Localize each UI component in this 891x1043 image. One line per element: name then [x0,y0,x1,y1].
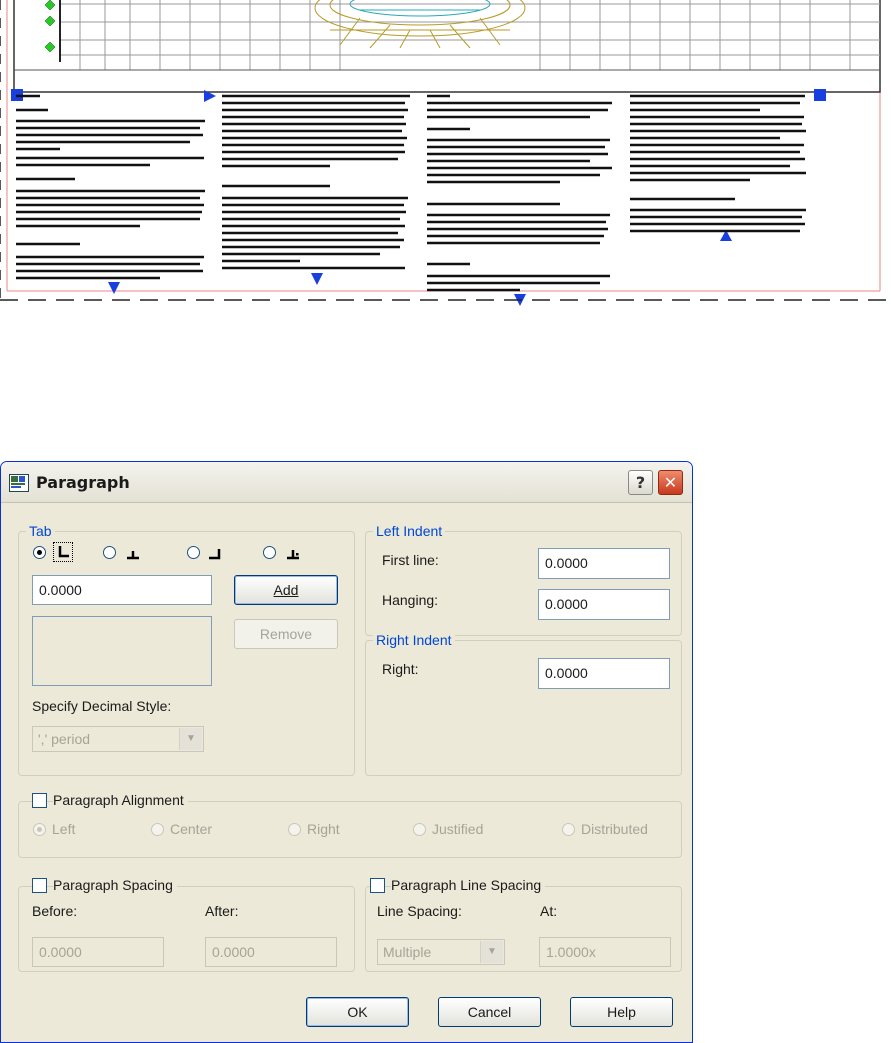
right-indent-input[interactable]: 0.0000 [538,658,670,689]
before-label: Before: [32,903,78,919]
first-line-label: First line: [382,552,439,568]
paragraph-alignment-label: Paragraph Alignment [53,792,188,808]
question-mark-icon[interactable]: ? [628,470,653,495]
general-notes-text [16,94,806,292]
decimal-style-label: Specify Decimal Style: [32,698,172,714]
align-distributed-radio[interactable] [562,823,575,836]
before-input[interactable]: 0.0000 [32,937,164,967]
cad-canvas [0,0,891,306]
paragraph-dialog: Paragraph ? ✕ Tab 0.0000 Add Remove Spec… [0,461,693,1043]
line-spacing-group-label: Paragraph Line Spacing [391,877,546,893]
remove-button[interactable]: Remove [234,619,338,649]
left-tab-icon [53,542,73,562]
line-spacing-select[interactable]: Multiple ▼ [377,939,505,965]
tab-stops-list[interactable] [32,616,212,686]
left-tab-radio[interactable] [33,546,46,559]
tab-group-label: Tab [26,523,55,539]
right-indent-label: Right Indent [373,632,455,648]
chevron-down-icon: ▼ [179,728,202,750]
left-indent-group: Left Indent [365,523,682,636]
right-tab-radio[interactable] [187,546,200,559]
hanging-label: Hanging: [382,592,439,608]
right-label: Right: [382,661,419,677]
cad-drawing-area[interactable] [0,0,891,310]
left-indent-label: Left Indent [373,523,446,539]
align-left-label: Left [52,821,76,837]
paragraph-alignment-checkbox[interactable] [32,793,47,808]
decimal-tab-radio[interactable] [263,546,276,559]
decimal-style-select[interactable]: ',' period ▼ [32,726,204,752]
paragraph-spacing-checkbox[interactable] [32,878,47,893]
decimal-style-value: ',' period [38,731,91,747]
decimal-tab-icon [285,545,303,563]
first-line-input[interactable]: 0.0000 [538,548,670,579]
after-label: After: [205,903,239,919]
add-button[interactable]: Add [234,575,338,605]
cancel-button[interactable]: Cancel [438,997,541,1027]
at-label: At: [540,903,558,919]
center-tab-icon [125,545,143,563]
close-icon[interactable]: ✕ [658,470,683,495]
title-bar[interactable]: Paragraph ? ✕ [1,462,692,503]
after-input[interactable]: 0.0000 [205,937,337,967]
center-tab-radio[interactable] [103,546,116,559]
at-input[interactable]: 1.0000x [539,937,671,967]
tab-position-input[interactable]: 0.0000 [32,575,212,605]
line-spacing-label: Line Spacing: [377,903,462,919]
paragraph-spacing-label: Paragraph Spacing [53,877,177,893]
chevron-down-icon: ▼ [480,941,503,963]
line-spacing-value: Multiple [383,944,432,960]
line-spacing-checkbox[interactable] [370,878,385,893]
right-tab-icon [207,545,225,563]
align-distributed-label: Distributed [581,821,648,837]
dialog-title: Paragraph [36,473,130,492]
align-right-label: Right [307,821,340,837]
align-center-label: Center [170,821,213,837]
align-justified-radio[interactable] [413,823,426,836]
align-center-radio[interactable] [151,823,164,836]
add-button-label: Add [273,582,299,598]
hanging-input[interactable]: 0.0000 [538,589,670,620]
ok-button[interactable]: OK [306,997,409,1027]
align-justified-label: Justified [432,821,484,837]
paragraph-app-icon [9,474,29,492]
align-left-radio[interactable] [33,823,46,836]
align-right-radio[interactable] [288,823,301,836]
help-button[interactable]: Help [570,997,673,1027]
